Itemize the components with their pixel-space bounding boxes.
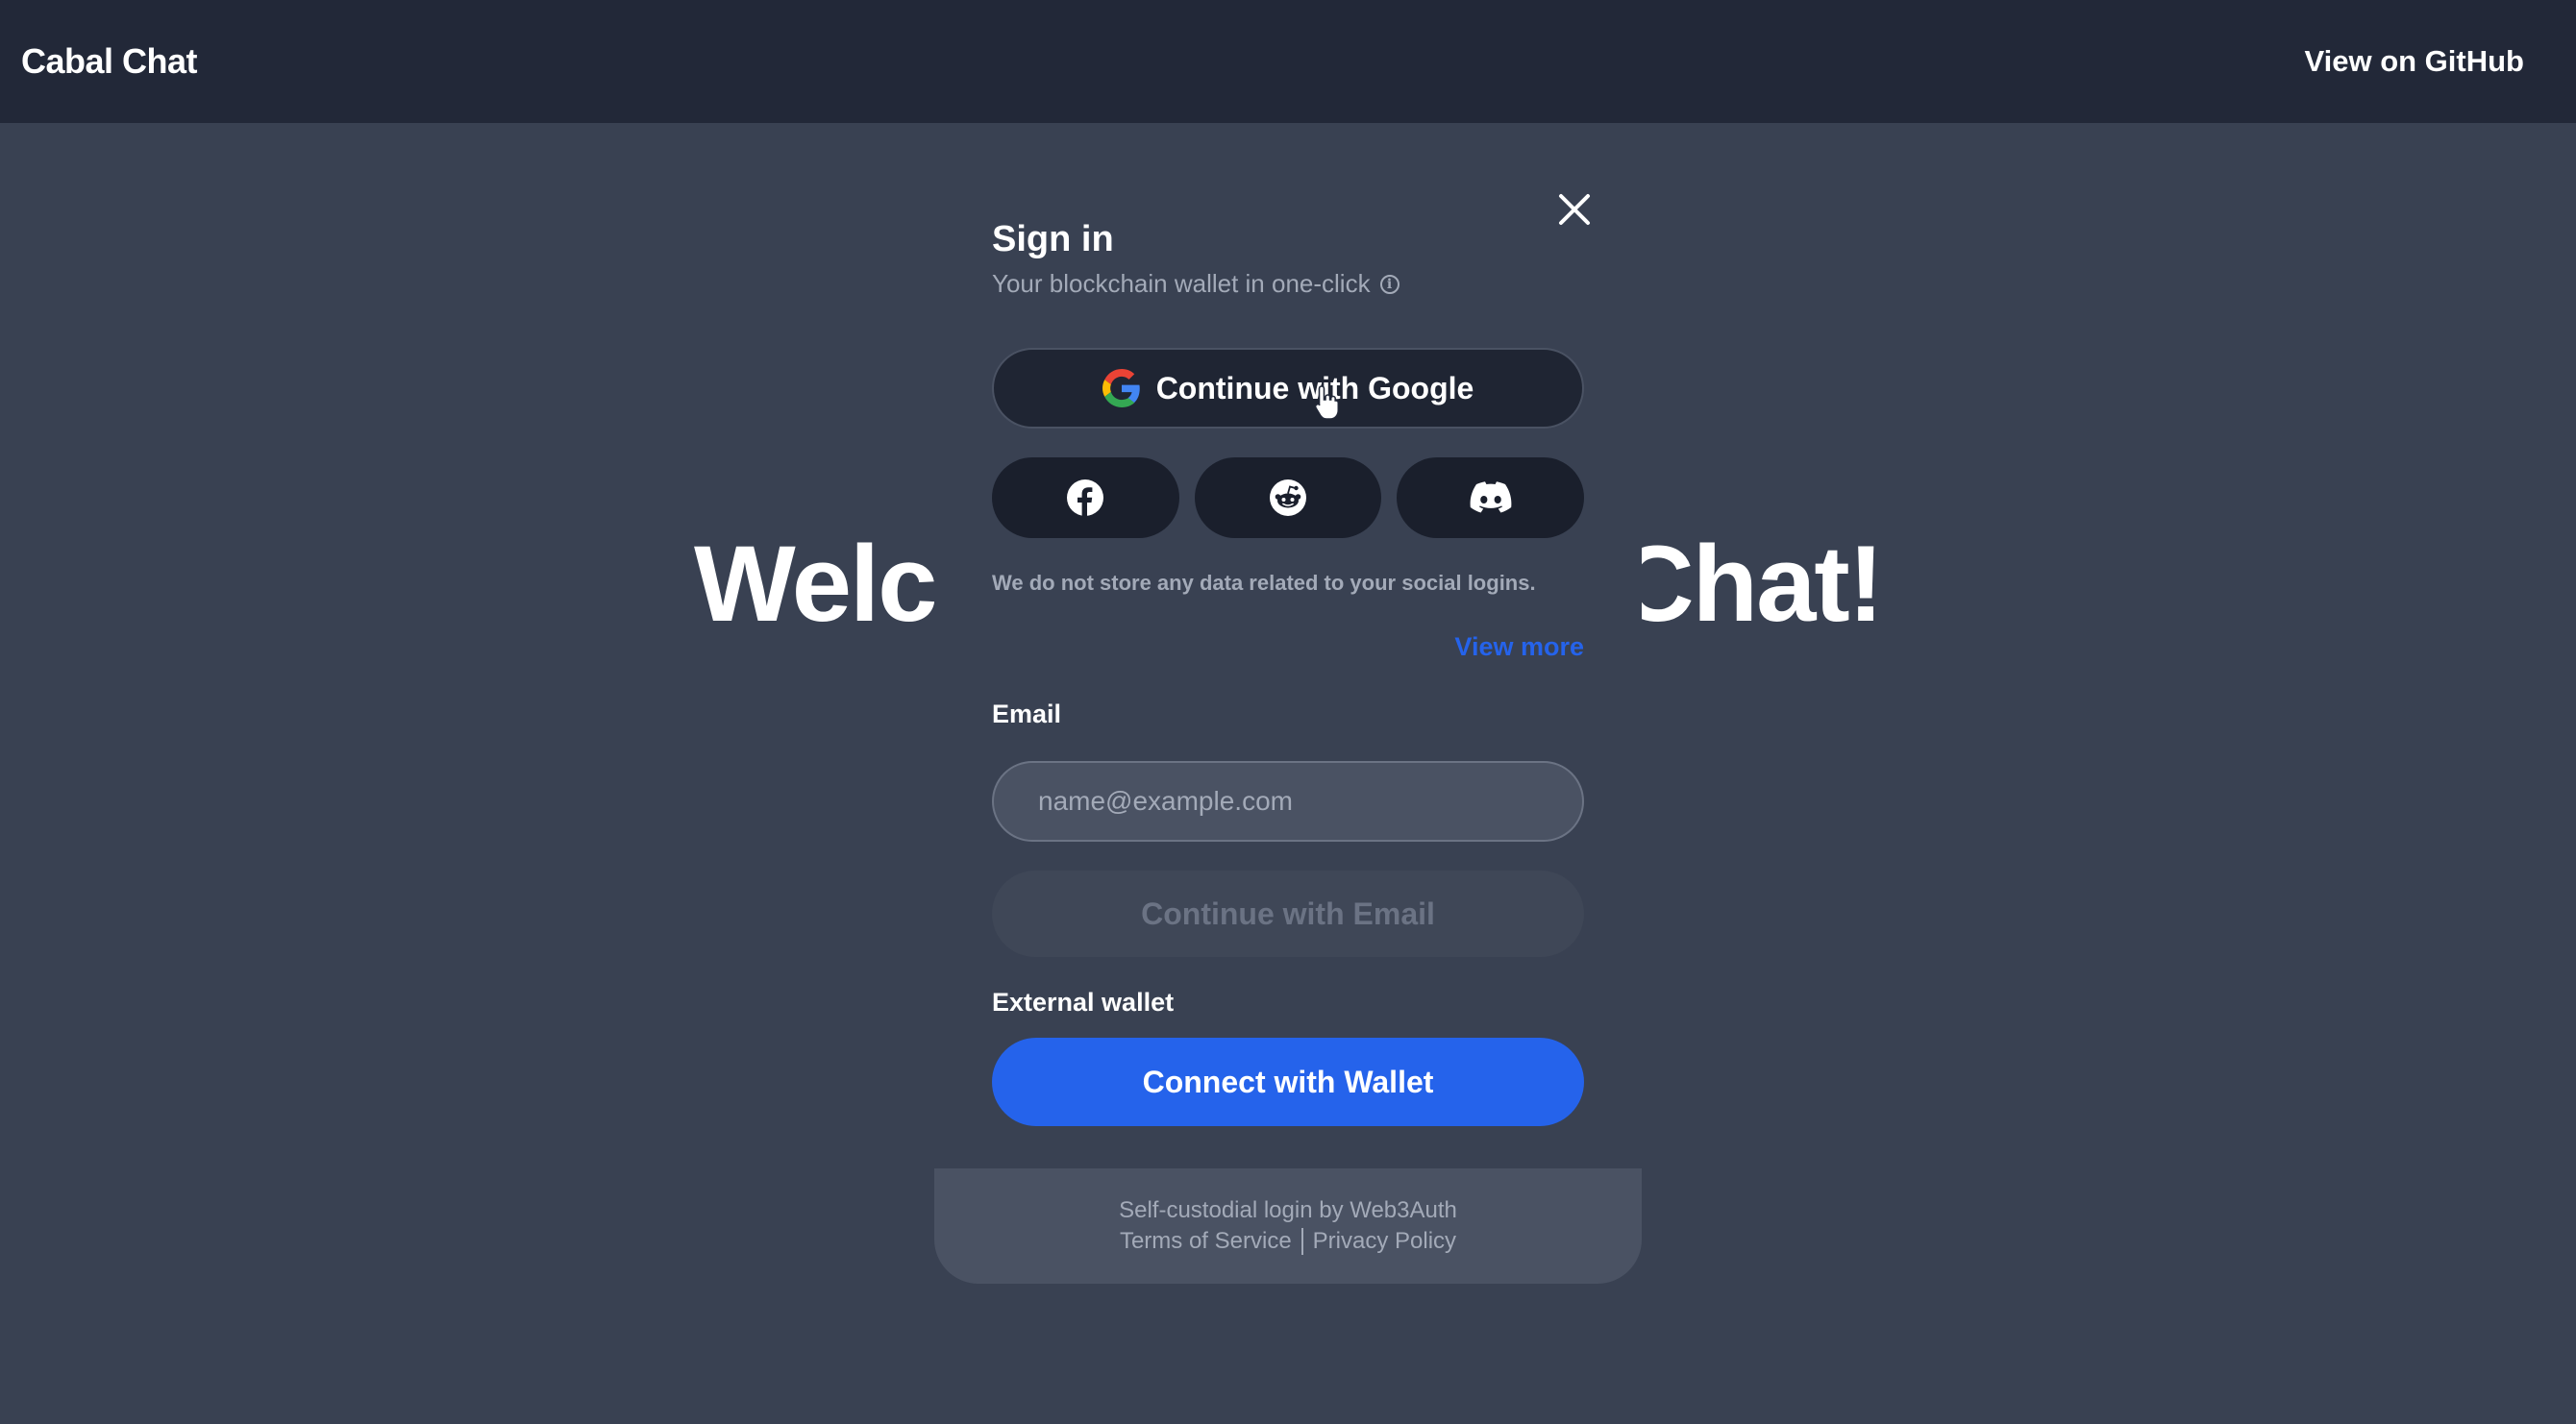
- reddit-icon: [1270, 479, 1306, 516]
- github-link[interactable]: View on GitHub: [2305, 44, 2525, 79]
- facebook-login-button[interactable]: [992, 457, 1179, 538]
- close-icon: [1559, 194, 1590, 225]
- email-label: Email: [992, 700, 1062, 728]
- footer-links: Terms of Service Privacy Policy: [1120, 1228, 1456, 1255]
- privacy-policy-link[interactable]: Privacy Policy: [1313, 1228, 1456, 1255]
- discord-icon: [1470, 481, 1512, 513]
- social-login-disclaimer: We do not store any data related to your…: [992, 571, 1536, 595]
- powered-by-text: Self-custodial login by Web3Auth: [1119, 1197, 1457, 1223]
- modal-footer: Self-custodial login by Web3Auth Terms o…: [934, 1168, 1642, 1284]
- info-icon[interactable]: i: [1379, 274, 1399, 294]
- reddit-login-button[interactable]: [1194, 457, 1382, 538]
- terms-of-service-link[interactable]: Terms of Service: [1120, 1228, 1292, 1255]
- connect-wallet-button[interactable]: Connect with Wallet: [992, 1038, 1584, 1126]
- external-wallet-label: External wallet: [992, 988, 1175, 1017]
- continue-with-email-button[interactable]: Continue with Email: [992, 871, 1584, 957]
- footer-divider: [1300, 1228, 1303, 1255]
- google-icon: [1102, 369, 1140, 407]
- facebook-icon: [1067, 479, 1104, 516]
- sign-in-modal: Sign in Your blockchain wallet in one-cl…: [934, 135, 1642, 1284]
- brand-title[interactable]: Cabal Chat: [21, 41, 198, 82]
- modal-subtitle: Your blockchain wallet in one-click i: [992, 269, 1399, 299]
- discord-login-button[interactable]: [1397, 457, 1585, 538]
- view-more-link[interactable]: View more: [1454, 632, 1584, 662]
- top-navbar: Cabal Chat View on GitHub: [0, 0, 2576, 123]
- social-login-row: [992, 457, 1585, 538]
- email-input[interactable]: [992, 761, 1584, 842]
- close-button[interactable]: [1548, 183, 1601, 236]
- modal-title: Sign in: [992, 219, 1114, 259]
- subtitle-text: Your blockchain wallet in one-click: [992, 269, 1371, 298]
- continue-with-google-button[interactable]: Continue with Google: [992, 348, 1584, 429]
- hand-cursor-icon: [1314, 385, 1340, 420]
